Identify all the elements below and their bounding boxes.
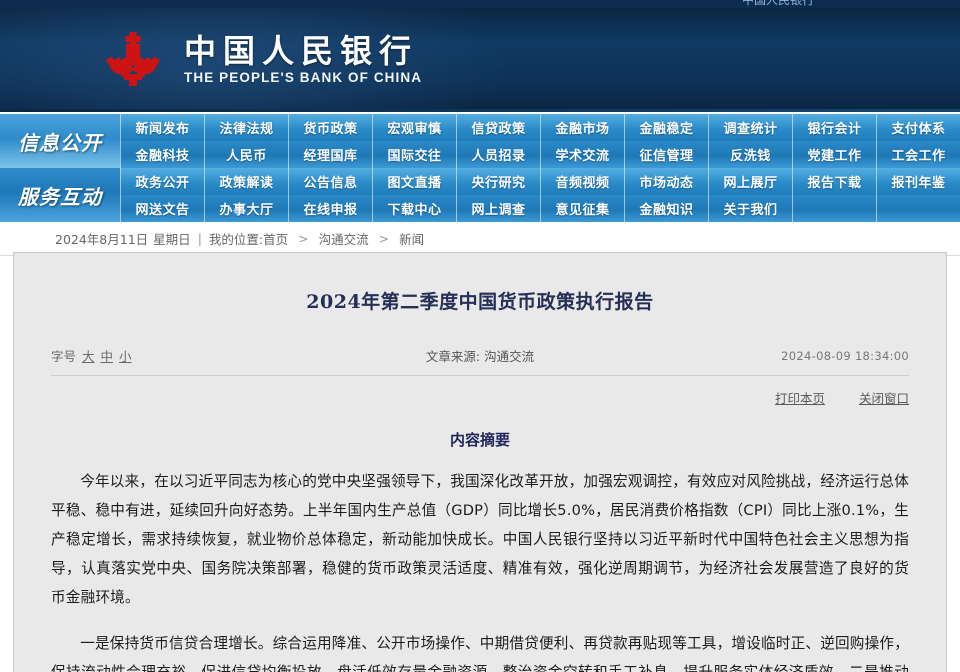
nav-group-service: 服务互动 政务公开 政策解读 公告信息 图文直播 央行研究 音频视频 市场动态 …	[0, 168, 960, 222]
article-paragraph-1: 今年以来，在以习近平同志为核心的党中央坚强领导下，我国深化改革开放，加强宏观调控…	[51, 467, 909, 612]
breadcrumb-item-communication[interactable]: 沟通交流	[319, 229, 369, 248]
nav-group-info-cells: 新闻发布 法律法规 货币政策 宏观审慎 信贷政策 金融市场 金融稳定 调查统计 …	[120, 114, 960, 168]
article-paragraph-2: 一是保持货币信贷合理增长。综合运用降准、公开市场操作、中期借贷便利、再贷款再贴现…	[51, 629, 909, 672]
nav-item-baokanianjian[interactable]: 报刊年鉴	[876, 168, 960, 195]
pboc-emblem-icon	[100, 30, 166, 90]
nav-item-tuwenzhibo[interactable]: 图文直播	[372, 168, 456, 195]
nav-item-jinrongwending[interactable]: 金融稳定	[624, 114, 708, 141]
banner-title-en: THE PEOPLE'S BANK OF CHINA	[184, 71, 422, 85]
article-source-label: 文章来源:	[426, 349, 480, 364]
banner-title-cn: 中国人民银行	[184, 35, 422, 67]
breadcrumb-weekday: 星期日	[153, 229, 191, 248]
nav-item-zaixianshenbao[interactable]: 在线申报	[288, 195, 372, 222]
nav-item-guojijiaowang[interactable]: 国际交往	[372, 141, 456, 168]
nav-item-banshidating[interactable]: 办事大厅	[204, 195, 288, 222]
nav-item-gonggaoxinxi[interactable]: 公告信息	[288, 168, 372, 195]
nav-group-label-info[interactable]: 信息公开	[0, 114, 120, 168]
nav-item-zhengcejiedu[interactable]: 政策解读	[204, 168, 288, 195]
breadcrumb-item-news[interactable]: 新闻	[399, 229, 424, 248]
article-meta-row: 字号 大 中 小 文章来源: 沟通交流 2024-08-09 18:34:00	[51, 346, 909, 376]
nav-item-gonghuigongzuo[interactable]: 工会工作	[876, 141, 960, 168]
article-source: 文章来源: 沟通交流	[51, 346, 909, 365]
nav-group-service-cells: 政务公开 政策解读 公告信息 图文直播 央行研究 音频视频 市场动态 网上展厅 …	[120, 168, 960, 222]
article-body: 2024年第二季度中国货币政策执行报告 字号 大 中 小 文章来源: 沟通交流 …	[14, 253, 946, 672]
breadcrumb-location-label: 我的位置:	[209, 229, 263, 248]
nav-item-xinwenfabu[interactable]: 新闻发布	[120, 114, 204, 141]
nav-item-zhifutixi[interactable]: 支付体系	[876, 114, 960, 141]
top-cutoff-bar: 中国人民银行	[0, 0, 960, 8]
nav-row: 金融科技 人民币 经理国库 国际交往 人员招录 学术交流 征信管理 反洗钱 党建…	[120, 141, 960, 168]
nav-item-jingliguoku[interactable]: 经理国库	[288, 141, 372, 168]
nav-item-diaochatongji[interactable]: 调查统计	[708, 114, 792, 141]
nav-item-renyuanzhaolu[interactable]: 人员招录	[456, 141, 540, 168]
nav-item-renminbi[interactable]: 人民币	[204, 141, 288, 168]
nav-row: 新闻发布 法律法规 货币政策 宏观审慎 信贷政策 金融市场 金融稳定 调查统计 …	[120, 114, 960, 141]
breadcrumb-divider: |	[198, 231, 202, 246]
print-page-link[interactable]: 打印本页	[775, 388, 825, 407]
article-panel: 2024年第二季度中国货币政策执行报告 字号 大 中 小 文章来源: 沟通交流 …	[13, 252, 947, 672]
nav-item-xiazaizhongxin[interactable]: 下载中心	[372, 195, 456, 222]
nav-item-blank-1	[792, 195, 876, 222]
nav-item-dangjiangongzuo[interactable]: 党建工作	[792, 141, 876, 168]
breadcrumb-arrow-2: >	[379, 231, 389, 246]
breadcrumb-item-home[interactable]: 首页	[263, 229, 288, 248]
nav-item-baogaoxiazai[interactable]: 报告下载	[792, 168, 876, 195]
nav-item-guanyuwomen[interactable]: 关于我们	[708, 195, 792, 222]
banner-brand: 中国人民银行 THE PEOPLE'S BANK OF CHINA	[100, 30, 422, 90]
nav-item-huobizhengce[interactable]: 货币政策	[288, 114, 372, 141]
nav-row: 网送文告 办事大厅 在线申报 下载中心 网上调查 意见征集 金融知识 关于我们	[120, 195, 960, 222]
nav-item-jinrongshichang[interactable]: 金融市场	[540, 114, 624, 141]
nav-item-wangshangdiaocha[interactable]: 网上调查	[456, 195, 540, 222]
site-banner: 中国人民银行 THE PEOPLE'S BANK OF CHINA	[0, 8, 960, 112]
article-tools: 打印本页 关闭窗口	[51, 388, 909, 407]
nav-group-info: 信息公开 新闻发布 法律法规 货币政策 宏观审慎 信贷政策 金融市场 金融稳定 …	[0, 114, 960, 168]
main-navigation: 信息公开 新闻发布 法律法规 货币政策 宏观审慎 信贷政策 金融市场 金融稳定 …	[0, 112, 960, 222]
nav-item-wangsongwengao[interactable]: 网送文告	[120, 195, 204, 222]
nav-item-jinrongzhishi[interactable]: 金融知识	[624, 195, 708, 222]
nav-row: 政务公开 政策解读 公告信息 图文直播 央行研究 音频视频 市场动态 网上展厅 …	[120, 168, 960, 195]
breadcrumb-date: 2024年8月11日	[55, 229, 148, 248]
nav-item-yinpinshipin[interactable]: 音频视频	[540, 168, 624, 195]
nav-item-hongguanshenshen[interactable]: 宏观审慎	[372, 114, 456, 141]
article-source-value: 沟通交流	[484, 349, 534, 364]
nav-item-shichangdongtai[interactable]: 市场动态	[624, 168, 708, 195]
banner-titles: 中国人民银行 THE PEOPLE'S BANK OF CHINA	[184, 35, 422, 85]
nav-item-yanghangyanjiu[interactable]: 央行研究	[456, 168, 540, 195]
breadcrumb: 2024年8月11日 星期日 | 我的位置: 首页 > 沟通交流 > 新闻	[0, 222, 960, 256]
nav-item-yijianzhengji[interactable]: 意见征集	[540, 195, 624, 222]
page-title: 2024年第二季度中国货币政策执行报告	[51, 253, 909, 314]
breadcrumb-arrow-1: >	[298, 231, 308, 246]
nav-item-falvfagui[interactable]: 法律法规	[204, 114, 288, 141]
nav-item-xindaizhengce[interactable]: 信贷政策	[456, 114, 540, 141]
nav-item-yinhangkuaiji[interactable]: 银行会计	[792, 114, 876, 141]
nav-item-blank-2	[876, 195, 960, 222]
top-cutoff-text: 中国人民银行	[742, 0, 814, 8]
summary-heading: 内容摘要	[51, 429, 909, 450]
nav-item-zhengwugongkai[interactable]: 政务公开	[120, 168, 204, 195]
nav-item-xueshujiaoliu[interactable]: 学术交流	[540, 141, 624, 168]
nav-item-jinrongkeji[interactable]: 金融科技	[120, 141, 204, 168]
nav-group-label-service[interactable]: 服务互动	[0, 168, 120, 222]
nav-item-wangshangzhanting[interactable]: 网上展厅	[708, 168, 792, 195]
close-window-link[interactable]: 关闭窗口	[859, 388, 909, 407]
nav-item-zhengxinguanli[interactable]: 征信管理	[624, 141, 708, 168]
nav-item-fanxiqian[interactable]: 反洗钱	[708, 141, 792, 168]
